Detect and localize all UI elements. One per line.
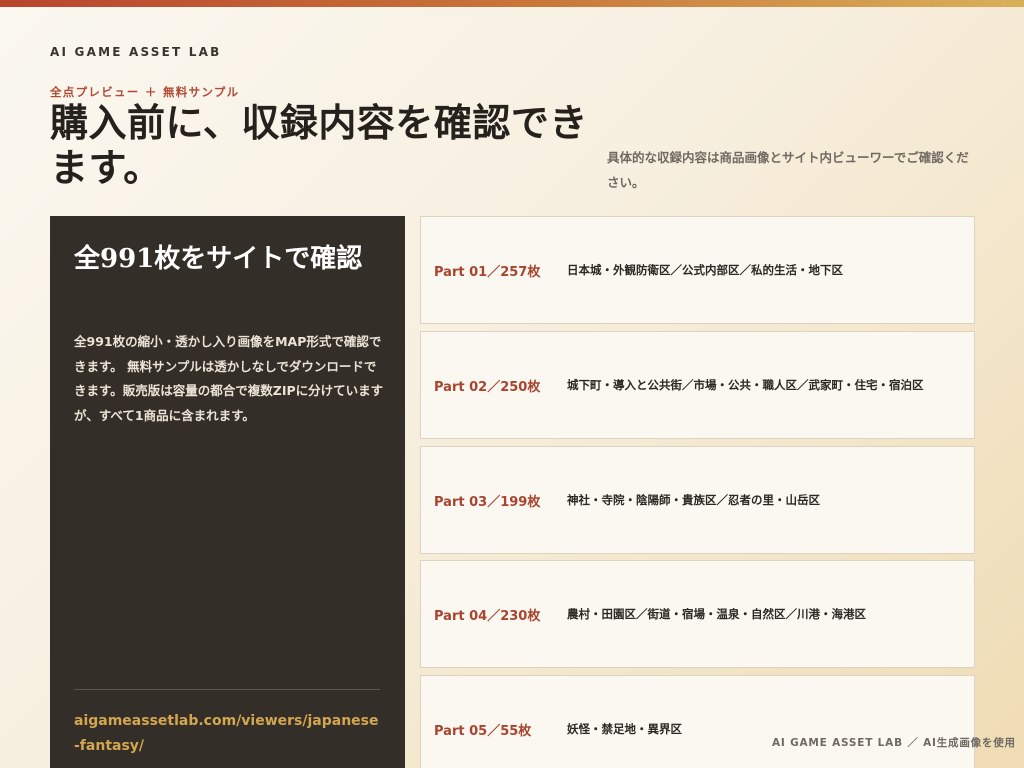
part-areas: 日本城・外観防衛区／公式内部区／私的生活・地下区 <box>567 263 843 277</box>
part-label: Part 04／230枚 <box>434 608 541 624</box>
part-areas: 城下町・導入と公共街／市場・公共・職人区／武家町・住宅・宿泊区 <box>567 378 924 392</box>
panel-description: 全991枚の縮小・透かし入り画像をMAP形式で確認できます。 無料サンプルは透か… <box>74 334 384 423</box>
panel-title: 全991枚をサイトで確認 <box>74 244 363 274</box>
hero-description: 具体的な収録内容は商品画像とサイト内ビューワーでご確認ください。 <box>607 150 969 190</box>
footer-credit: AI GAME ASSET LAB ／ AI生成画像を使用 <box>772 737 1016 749</box>
part-label: Part 02／250枚 <box>434 379 541 395</box>
panel-divider <box>74 689 380 690</box>
part-card-01: Part 01／257枚 日本城・外観防衛区／公式内部区／私的生活・地下区 <box>420 216 975 324</box>
part-label: Part 01／257枚 <box>434 264 541 280</box>
brand-name: AI GAME ASSET LAB <box>50 45 222 59</box>
part-label: Part 05／55枚 <box>434 723 532 739</box>
top-accent-bar <box>0 0 1024 7</box>
part-label: Part 03／199枚 <box>434 494 541 510</box>
part-areas: 農村・田園区／街道・宿場・温泉・自然区／川港・海港区 <box>567 607 866 621</box>
eyebrow-label: 全点プレビュー ＋ 無料サンプル <box>50 85 240 99</box>
part-card-05: Part 05／55枚 妖怪・禁足地・異界区 <box>420 675 975 768</box>
part-card-03: Part 03／199枚 神社・寺院・陰陽師・貴族区／忍者の里・山岳区 <box>420 446 975 554</box>
part-areas: 妖怪・禁足地・異界区 <box>567 722 682 736</box>
part-areas: 神社・寺院・陰陽師・貴族区／忍者の里・山岳区 <box>567 493 820 507</box>
info-panel: 全991枚をサイトで確認 全991枚の縮小・透かし入り画像をMAP形式で確認でき… <box>50 216 405 768</box>
viewer-link[interactable]: aigameassetlab.com/viewers/japanese-fant… <box>74 709 384 759</box>
part-card-02: Part 02／250枚 城下町・導入と公共街／市場・公共・職人区／武家町・住宅… <box>420 331 975 439</box>
part-card-04: Part 04／230枚 農村・田園区／街道・宿場・温泉・自然区／川港・海港区 <box>420 560 975 668</box>
page-title: 購入前に、収録内容を確認できます。 <box>50 100 588 190</box>
